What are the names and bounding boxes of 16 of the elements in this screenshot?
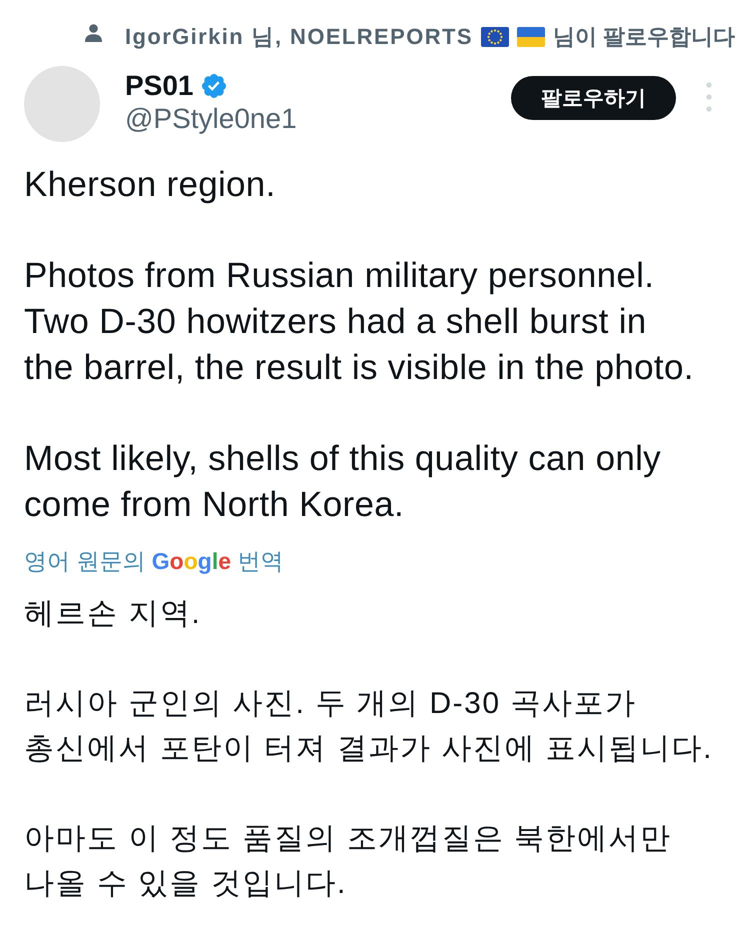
more-icon[interactable] (706, 82, 712, 112)
tweet-paragraph: Photos from Russian military personnel. Two D-30 howitzers had a shell burst in the barrel, the result is visible in the photo. (24, 255, 695, 389)
translation-link[interactable]: 영어 원문의 Google 번역 (24, 546, 284, 576)
follow-button[interactable]: 팔로우하기 (511, 76, 676, 120)
translated-paragraph: 아마도 이 정도 품질의 조개껍질은 북한에서만 나올 수 있을 것입니다. (24, 821, 673, 902)
person-icon (85, 24, 102, 42)
follow-notice-text: IgorGirkin 님, NOELREPORTS (125, 23, 473, 51)
tweet-paragraph: Most likely, shells of this quality can only come from North Korea. (24, 438, 662, 526)
author-handle[interactable]: @PStyle0ne1 (125, 103, 297, 135)
follow-notice-text: 님이 팔로우합니다 (552, 23, 736, 51)
translated-paragraph: 러시아 군인의 사진. 두 개의 D-30 곡사포가 총신에서 포탄이 터져 결과가 사진에 표시됩니다. (24, 686, 714, 767)
flag-icon (516, 27, 545, 47)
tweet-paragraph: Kherson region. (24, 164, 277, 206)
flag-icon (480, 27, 509, 47)
translated-paragraph: 헤르손 지역. (24, 596, 202, 632)
author-name[interactable]: PS01 (125, 69, 194, 103)
